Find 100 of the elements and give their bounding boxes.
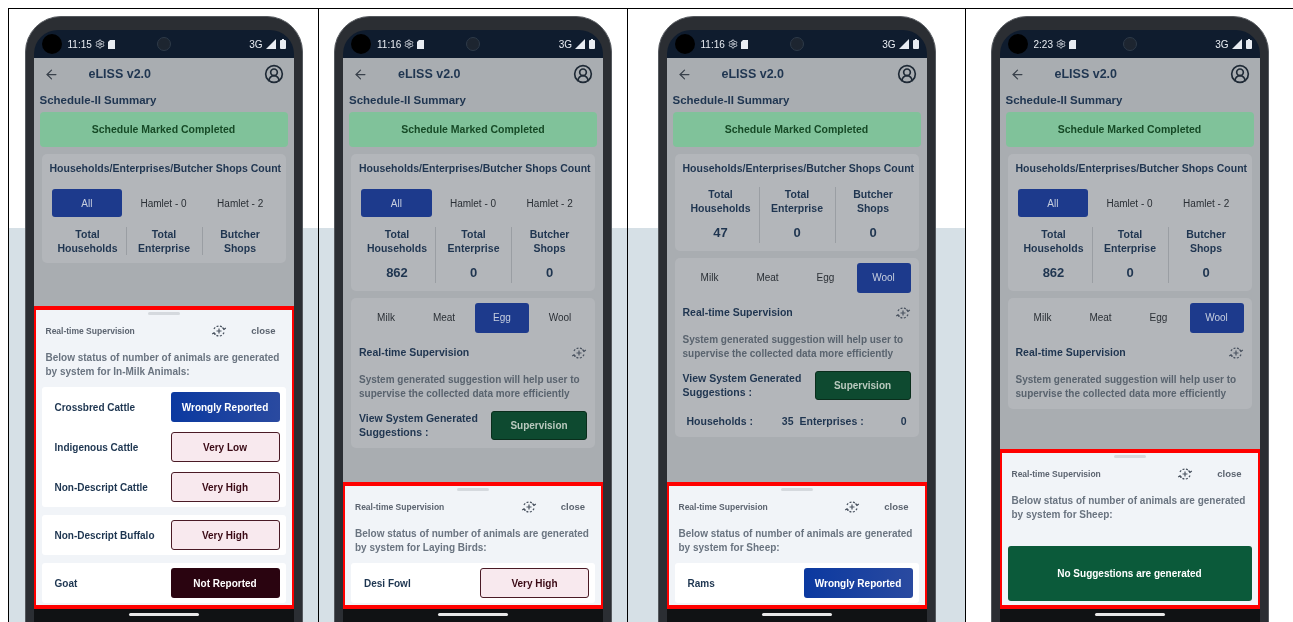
tab[interactable]: Hamlet - 0 [437, 189, 509, 217]
profile-icon[interactable] [263, 64, 284, 84]
sheet-title: Real-time Supervision [355, 500, 445, 514]
status-button[interactable]: Very High [480, 568, 589, 598]
refresh-icon[interactable] [1177, 466, 1194, 482]
tab[interactable]: Hamlet - 2 [204, 189, 276, 217]
tab[interactable]: Egg [475, 302, 529, 333]
status-button[interactable]: Wrongly Reported [170, 392, 280, 422]
home-indicator[interactable] [438, 612, 508, 616]
tab[interactable]: Milk [682, 262, 737, 293]
signal-icon [898, 39, 909, 49]
page-title: Schedule-II Summary [1004, 93, 1124, 108]
stat-value: 0 [545, 264, 554, 282]
tab[interactable]: Egg [798, 262, 853, 293]
stat-value: 0 [469, 264, 478, 282]
completed-banner: Schedule Marked Completed [349, 112, 597, 148]
status-button[interactable]: Not Reported [170, 568, 280, 598]
tab[interactable]: Wool [1189, 302, 1244, 333]
status-button[interactable]: Wrongly Reported [803, 568, 913, 598]
camera-hole-icon [41, 34, 62, 54]
stat-value: 0 [793, 224, 801, 242]
sheet-description: Below status of number of animals are generated by system for Sheep: [1010, 494, 1247, 522]
sim-card-icon [740, 39, 748, 49]
status-button[interactable]: Very Low [170, 432, 280, 462]
home-indicator[interactable] [1094, 612, 1165, 616]
page-title: Schedule-II Summary [348, 93, 467, 108]
section-heading: Real-time Supervision [682, 304, 793, 320]
signal-icon [575, 39, 585, 49]
clock: 2:23 [1033, 37, 1053, 52]
stat-value: 0 [869, 224, 877, 242]
battery-icon [279, 39, 286, 49]
tab[interactable]: All [1017, 189, 1089, 217]
home-indicator[interactable] [761, 612, 832, 616]
clock: 11:15 [67, 37, 92, 52]
status-button[interactable]: Very High [170, 472, 280, 502]
tab[interactable]: Milk [359, 302, 413, 333]
no-suggestions-message: No Suggestions are generated [1007, 546, 1252, 601]
tab[interactable]: Egg [1131, 302, 1186, 333]
sim-card-icon [107, 39, 115, 49]
network-type: 3G [882, 37, 896, 52]
app-title: eLISS v2.0 [398, 65, 461, 83]
tab[interactable]: Meat [417, 302, 471, 333]
completed-banner: Schedule Marked Completed [672, 112, 921, 148]
sheet-title: Real-time Supervision [45, 324, 135, 338]
supervision-button[interactable]: Supervision [491, 410, 587, 440]
total-value: 0 [900, 413, 907, 429]
app-title: eLISS v2.0 [88, 65, 152, 83]
tab[interactable]: Meat [740, 262, 795, 293]
back-icon[interactable] [1009, 66, 1025, 82]
back-icon[interactable] [676, 66, 692, 82]
front-camera-icon [156, 37, 171, 51]
tab[interactable]: All [361, 189, 432, 217]
home-indicator[interactable] [128, 612, 199, 616]
refresh-icon[interactable] [844, 499, 861, 515]
tab[interactable]: Wool [856, 262, 911, 293]
tab[interactable]: Meat [1073, 302, 1128, 333]
close-button[interactable]: close [1217, 466, 1242, 482]
tab[interactable]: Hamlet - 2 [1170, 189, 1242, 217]
animal-name: Rams [686, 576, 715, 591]
animal-name: Indigenous Cattle [53, 440, 139, 455]
profile-icon[interactable] [573, 64, 593, 84]
animal-name: Non-Descript Cattle [53, 480, 148, 495]
tab[interactable]: Hamlet - 0 [1094, 189, 1165, 217]
section-heading: Real-time Supervision [1015, 344, 1126, 360]
tab[interactable]: Milk [1015, 302, 1070, 333]
stat-label: Total Households [1022, 227, 1085, 255]
animal-name: Non-Descript Buffalo [53, 528, 155, 543]
tab[interactable]: All [51, 189, 123, 217]
stat-value: 0 [1202, 264, 1210, 282]
stat-label: Butcher Shops [219, 227, 261, 255]
network-type: 3G [249, 37, 263, 52]
close-button[interactable]: close [251, 323, 276, 339]
close-button[interactable]: close [884, 499, 909, 515]
tab[interactable]: Wool [533, 302, 587, 333]
back-icon[interactable] [353, 66, 368, 82]
profile-icon[interactable] [1229, 64, 1250, 84]
camera-hole-icon [1007, 34, 1028, 54]
back-icon[interactable] [43, 66, 59, 82]
profile-icon[interactable] [896, 64, 917, 84]
refresh-icon[interactable] [211, 323, 228, 339]
signal-icon [265, 39, 276, 49]
supervision-button[interactable]: Supervision [814, 370, 911, 400]
tab[interactable]: Hamlet - 2 [514, 189, 585, 217]
status-button[interactable]: Very High [170, 520, 280, 550]
refresh-icon[interactable] [520, 499, 537, 515]
gear-icon [94, 39, 105, 49]
section-description: System generated suggestion will help user to supervise the collected data more efficiently [359, 372, 581, 401]
camera-hole-icon [674, 34, 695, 54]
sheet-description: Below status of number of animals are generated by system for Sheep: [677, 527, 914, 555]
signal-icon [1231, 39, 1242, 49]
close-button[interactable]: close [560, 499, 585, 515]
battery-icon [589, 39, 595, 49]
gear-icon [1055, 39, 1066, 49]
stat-label: Total Households [365, 227, 429, 255]
camera-hole-icon [351, 34, 371, 54]
sheet-description: Below status of number of animals are generated by system for In-Milk Animals: [44, 351, 281, 379]
stat-label: Total Enterprise [446, 227, 501, 255]
sim-card-icon [1068, 39, 1076, 49]
total-label: Enterprises : [799, 413, 864, 429]
tab[interactable]: Hamlet - 0 [128, 189, 199, 217]
